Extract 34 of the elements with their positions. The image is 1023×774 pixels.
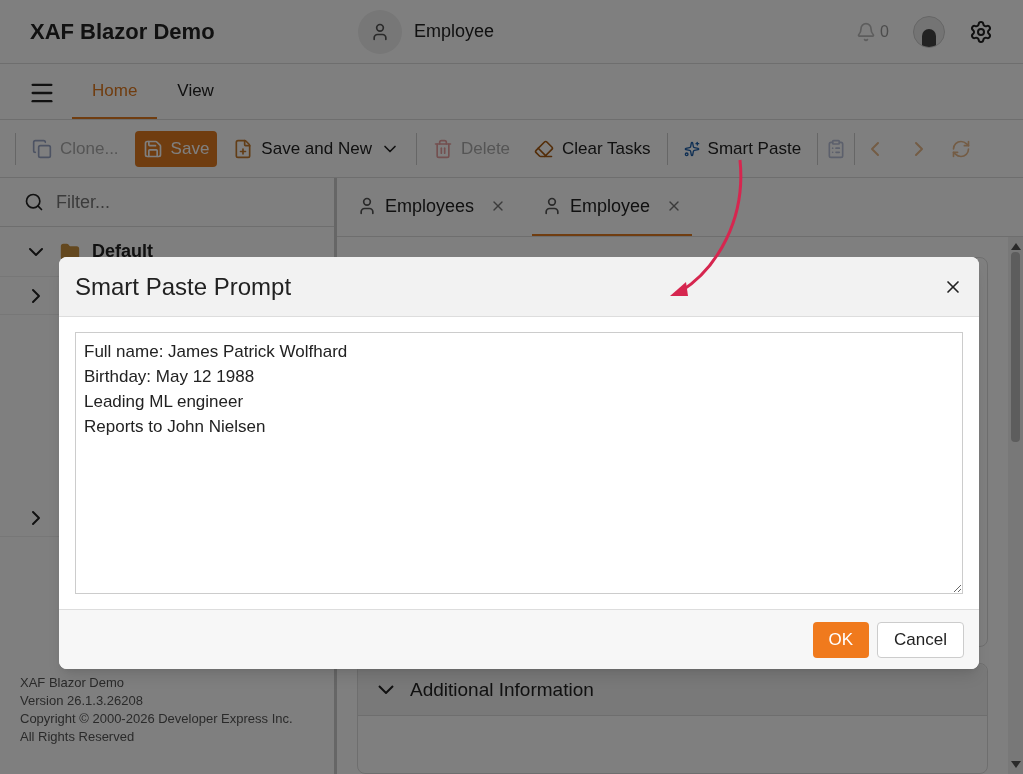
tree-item-label: Default <box>92 240 153 263</box>
refresh-icon[interactable] <box>951 138 972 159</box>
bell-icon[interactable] <box>856 21 877 42</box>
filter-field[interactable]: Filter... <box>56 188 310 216</box>
view-title: Employee <box>414 20 495 43</box>
clipboard-icon[interactable] <box>826 138 847 159</box>
footer-text: Version 26.1.3.26208 <box>20 692 144 710</box>
dialog-button[interactable]: OK <box>812 621 870 658</box>
ribbon-tab[interactable]: View <box>157 65 234 119</box>
user-icon <box>357 196 377 216</box>
toolbar-button[interactable]: Save and New <box>225 130 408 167</box>
document-tab[interactable]: Employee <box>532 178 693 236</box>
app-title: XAF Blazor Demo <box>30 18 216 46</box>
toolbar-button[interactable]: Clear Tasks <box>526 130 659 167</box>
floppy-icon <box>142 138 163 159</box>
settings-icon[interactable] <box>969 19 993 44</box>
toolbar-button[interactable]: Smart Paste <box>675 130 810 167</box>
prompt-field[interactable]: Full name: James Patrick Wolfhard Birthday: May 12 1988 Leading ML engineer Reports to John Nielsen <box>75 332 963 594</box>
chevron-down-icon <box>378 685 394 695</box>
scrollbar[interactable] <box>1008 237 1023 774</box>
copy-icon <box>32 138 52 159</box>
footer-text: Copyright © 2000-2026 Developer Express Inc. <box>20 710 294 728</box>
footer-text: XAF Blazor Demo <box>20 674 126 692</box>
file-plus-icon <box>233 138 254 159</box>
user-avatar[interactable] <box>913 15 945 48</box>
sparkles-icon <box>683 140 700 157</box>
trash-icon <box>432 138 453 159</box>
footer-text: All Rights Reserved <box>20 728 136 746</box>
document-tab[interactable]: Employees <box>347 178 517 236</box>
eraser-icon <box>534 138 555 159</box>
search-icon <box>24 192 44 212</box>
avatar-icon <box>358 9 402 54</box>
dialog-button[interactable]: Cancel <box>877 621 964 658</box>
dialog-title: Smart Paste Prompt <box>75 271 292 302</box>
